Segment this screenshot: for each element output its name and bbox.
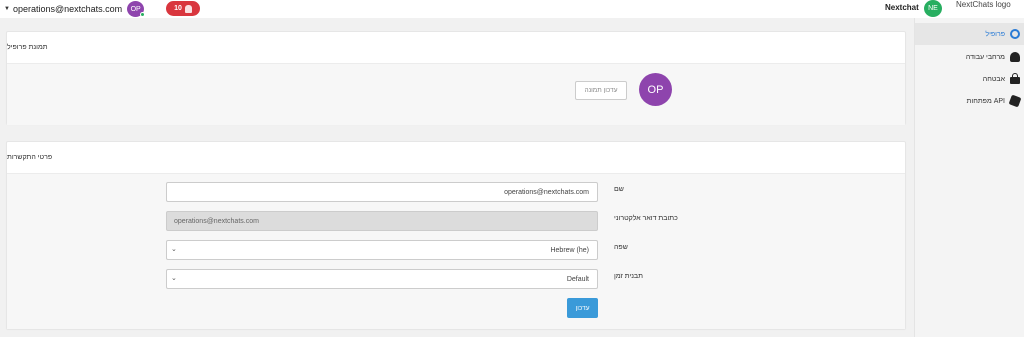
profile-avatar: OP [639,73,672,106]
profile-photo-body: OP עדכון תמונה [7,64,905,125]
sidebar-item-workspaces[interactable]: מרחבי עבודה [966,46,1020,68]
chevron-down-icon: ⌄ [171,275,177,282]
nextchats-logo[interactable]: NextChats logo [956,0,1011,9]
sidebar-item-security[interactable]: אבטחה [983,68,1020,90]
timezone-label: תבנית זמן [614,273,643,280]
sidebar-item-profile[interactable]: פרופיל [915,23,1024,45]
sidebar-item-label: אבטחה [982,75,1005,83]
user-icon [1010,29,1020,39]
timezone-value: Default [566,275,589,283]
name-row: operations@nextchats.com שם [7,182,907,202]
user-menu[interactable]: ▼ operations@nextchats.com OP [4,1,146,17]
caret-down-icon: ▼ [4,6,10,12]
lock-icon [1010,73,1020,84]
update-button[interactable]: עדכון [567,298,598,318]
bell-icon [184,4,192,13]
email-field: operations@nextchats.com [166,211,598,231]
settings-sidebar: פרופיל מרחבי עבודה אבטחה מפתחות API [914,18,1024,337]
email-row: operations@nextchats.com כתובת דואר אלקט… [7,211,907,231]
language-value: Hebrew (he) [550,246,589,254]
language-select[interactable]: ⌄ Hebrew (he) [166,240,598,260]
chevron-down-icon: ⌄ [171,246,177,253]
user-avatar: OP [127,1,146,17]
online-status-dot [140,12,146,17]
brand-avatar[interactable]: NE [924,0,942,17]
user-email: operations@nextchats.com [12,4,123,14]
name-label: שם [614,186,624,193]
notifications-count: 10 [174,5,182,12]
timezone-select[interactable]: ⌄ Default [166,269,598,289]
sidebar-item-label: מרחבי עבודה [965,53,1005,61]
puzzle-icon [1008,94,1022,108]
panel-title: תמונת פרופיל [7,32,905,64]
user-avatar-initials: OP [130,5,141,13]
panel-title: פרטי התקשרות [7,142,905,174]
brand-name: Nextchat [885,3,919,12]
timezone-row: ⌄ Default תבנית זמן [7,269,907,289]
users-icon [1010,52,1020,62]
sidebar-item-label: פרופיל [985,30,1005,38]
contact-details-panel: פרטי התקשרות operations@nextchats.com שם… [6,141,906,329]
email-label: כתובת דואר אלקטרוני [614,215,678,222]
language-row: ⌄ Hebrew (he) שפה [7,240,907,260]
update-photo-button[interactable]: עדכון תמונה [575,81,627,100]
contact-form: operations@nextchats.com שם operations@n… [7,174,905,329]
profile-photo-panel: תמונת פרופיל OP עדכון תמונה [6,31,906,125]
notifications-button[interactable]: 10 [166,1,200,16]
language-label: שפה [614,244,628,251]
name-field[interactable]: operations@nextchats.com [166,182,598,202]
sidebar-item-api-keys[interactable]: מפתחות API [966,90,1022,112]
top-bar: ▼ operations@nextchats.com OP 10 Nextcha… [0,0,1024,18]
sidebar-item-label: מפתחות API [966,97,1005,105]
